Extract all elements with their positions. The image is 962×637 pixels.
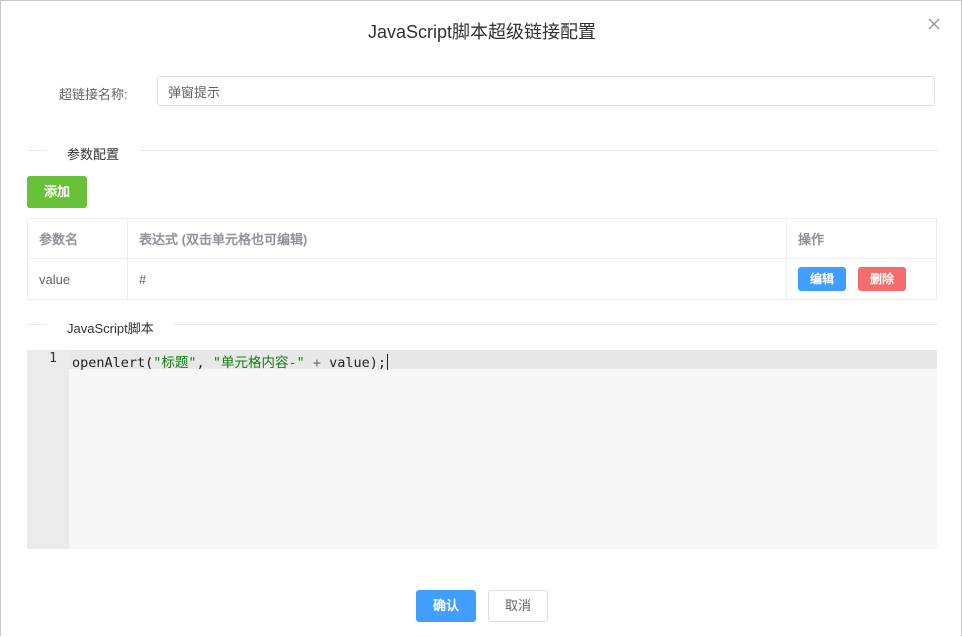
params-divider xyxy=(27,150,937,151)
code-operator: + xyxy=(304,355,330,371)
cancel-button[interactable]: 取消 xyxy=(488,590,548,622)
close-icon[interactable] xyxy=(927,17,941,31)
hyperlink-name-input[interactable] xyxy=(157,76,935,106)
code-editor[interactable]: 1 openAlert("标题", "单元格内容-" + value); xyxy=(27,350,937,549)
dialog: JavaScript脚本超级链接配置 超链接名称: 参数配置 添加 参数名 表达… xyxy=(0,0,962,636)
param-name-cell[interactable]: value xyxy=(27,258,128,300)
add-param-button[interactable]: 添加 xyxy=(27,176,87,208)
code-separator: , xyxy=(196,355,213,371)
column-header-actions: 操作 xyxy=(786,218,937,259)
column-header-expression: 表达式 (双击单元格也可编辑) xyxy=(127,218,787,259)
edit-param-button[interactable]: 编辑 xyxy=(798,267,846,291)
line-number: 1 xyxy=(49,351,57,366)
params-section-title: 参数配置 xyxy=(47,144,140,163)
hyperlink-name-label: 超链接名称: xyxy=(59,87,128,102)
code-line[interactable]: openAlert("标题", "单元格内容-" + value); xyxy=(72,351,388,371)
delete-param-button[interactable]: 删除 xyxy=(858,267,906,291)
params-table: 参数名 表达式 (双击单元格也可编辑) 操作 value # 编辑 删除 xyxy=(27,218,937,300)
column-header-param-name: 参数名 xyxy=(27,218,128,259)
param-expression-cell[interactable]: # xyxy=(127,258,787,300)
code-function: openAlert( xyxy=(72,355,154,371)
param-actions-cell: 编辑 删除 xyxy=(786,258,937,300)
dialog-title: JavaScript脚本超级链接配置 xyxy=(367,22,597,42)
code-string-content: "单元格内容-" xyxy=(212,355,305,371)
code-string-title: "标题" xyxy=(153,355,197,371)
script-section-title: JavaScript脚本 xyxy=(47,318,174,337)
code-rest: value); xyxy=(329,355,386,371)
text-cursor xyxy=(387,354,388,370)
line-number-gutter xyxy=(27,350,69,549)
table-row: value # 编辑 删除 xyxy=(27,258,937,300)
table-header-row: 参数名 表达式 (双击单元格也可编辑) 操作 xyxy=(27,218,937,259)
confirm-button[interactable]: 确认 xyxy=(416,590,476,622)
